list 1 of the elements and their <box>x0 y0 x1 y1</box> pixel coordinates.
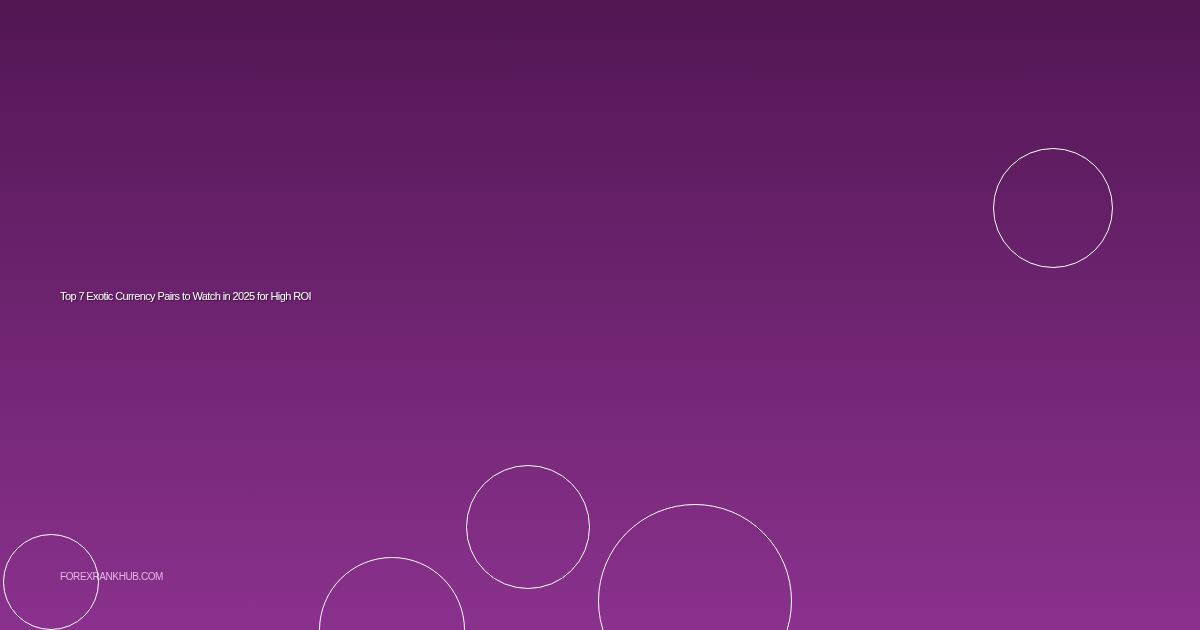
headline: Top 7 Exotic Currency Pairs to Watch in 2025 for High ROI <box>60 289 311 303</box>
